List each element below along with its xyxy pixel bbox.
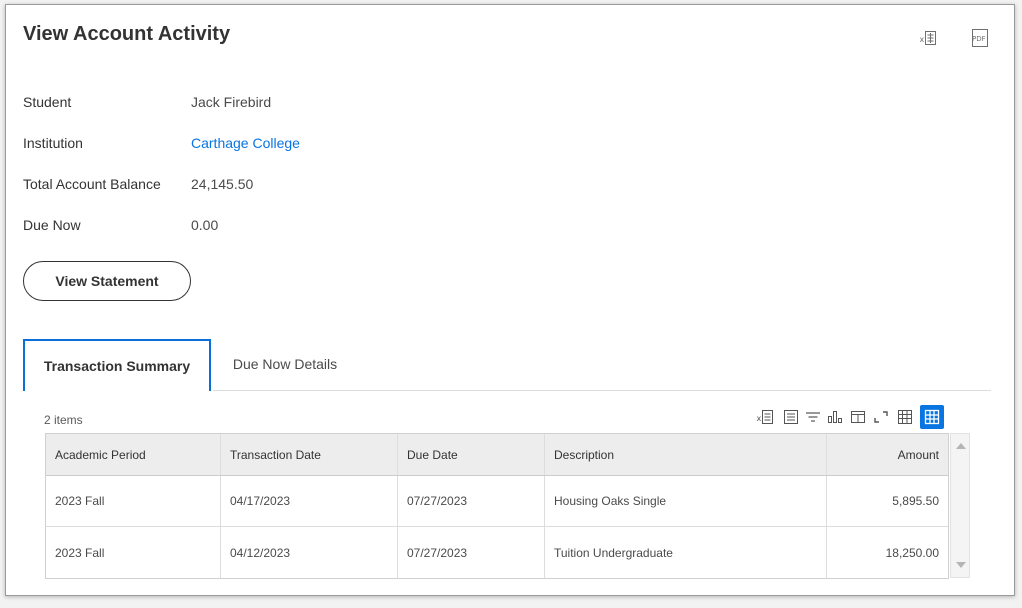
columns-icon[interactable] — [849, 408, 867, 426]
due-now-value: 0.00 — [191, 217, 219, 233]
column-header-due-date[interactable]: Due Date — [398, 434, 545, 475]
view-details-icon[interactable] — [782, 408, 800, 426]
cell-amount: 18,250.00 — [885, 545, 939, 560]
field-label: Student — [23, 94, 72, 110]
cell-due-date: 07/27/2023 — [398, 527, 545, 578]
table-row[interactable]: 2023 Fall 04/17/2023 07/27/2023 Housing … — [46, 476, 948, 527]
table-view-icon[interactable] — [896, 408, 914, 426]
column-header-description[interactable]: Description — [545, 434, 827, 475]
excel-export-icon[interactable]: x — [919, 28, 937, 48]
student-name: Jack Firebird — [191, 94, 272, 110]
filter-icon[interactable] — [804, 408, 822, 426]
cell-transaction-date: 04/12/2023 — [221, 527, 398, 578]
account-activity-panel: View Account Activity x PDF Student Jack… — [5, 4, 1015, 596]
transactions-table: Academic Period Transaction Date Due Dat… — [45, 433, 949, 579]
scroll-down-icon[interactable] — [956, 562, 966, 568]
pdf-label: PDF — [972, 35, 986, 43]
cell-academic-period: 2023 Fall — [46, 527, 221, 578]
cell-academic-period: 2023 Fall — [46, 476, 221, 526]
column-header-academic-period[interactable]: Academic Period — [46, 434, 221, 475]
excel-export-icon[interactable]: x — [756, 408, 774, 426]
cell-amount: 5,895.50 — [892, 494, 939, 508]
total-balance-value: 24,145.50 — [191, 176, 254, 192]
svg-text:x: x — [757, 414, 762, 423]
page-title: View Account Activity — [23, 23, 231, 45]
cell-description: Tuition Undergraduate — [545, 527, 827, 578]
table-scrollbar[interactable] — [950, 433, 970, 578]
cell-due-date: 07/27/2023 — [398, 476, 545, 526]
pdf-export-icon[interactable]: PDF — [969, 28, 991, 48]
institution-link[interactable]: Carthage College — [191, 135, 300, 151]
tab-divider — [213, 390, 991, 391]
tab-due-now-details[interactable]: Due Now Details — [213, 339, 357, 389]
column-header-transaction-date[interactable]: Transaction Date — [221, 434, 398, 475]
column-header-amount[interactable]: Amount — [827, 434, 948, 475]
tab-bar: Transaction Summary Due Now Details — [23, 339, 991, 391]
field-label: Institution — [23, 135, 83, 151]
chart-icon[interactable] — [826, 408, 844, 426]
grid-view-icon[interactable] — [920, 405, 944, 429]
fullscreen-icon[interactable] — [872, 408, 890, 426]
table-row[interactable]: 2023 Fall 04/12/2023 07/27/2023 Tuition … — [46, 527, 948, 578]
field-label: Total Account Balance — [23, 176, 161, 192]
cell-description: Housing Oaks Single — [545, 476, 827, 526]
svg-text:x: x — [920, 35, 925, 44]
scroll-up-icon[interactable] — [956, 443, 966, 449]
table-header-row: Academic Period Transaction Date Due Dat… — [46, 434, 948, 476]
cell-transaction-date: 04/17/2023 — [221, 476, 398, 526]
item-count: 2 items — [44, 413, 83, 427]
field-label: Due Now — [23, 217, 81, 233]
view-statement-button[interactable]: View Statement — [23, 261, 191, 301]
tab-transaction-summary[interactable]: Transaction Summary — [23, 339, 211, 391]
